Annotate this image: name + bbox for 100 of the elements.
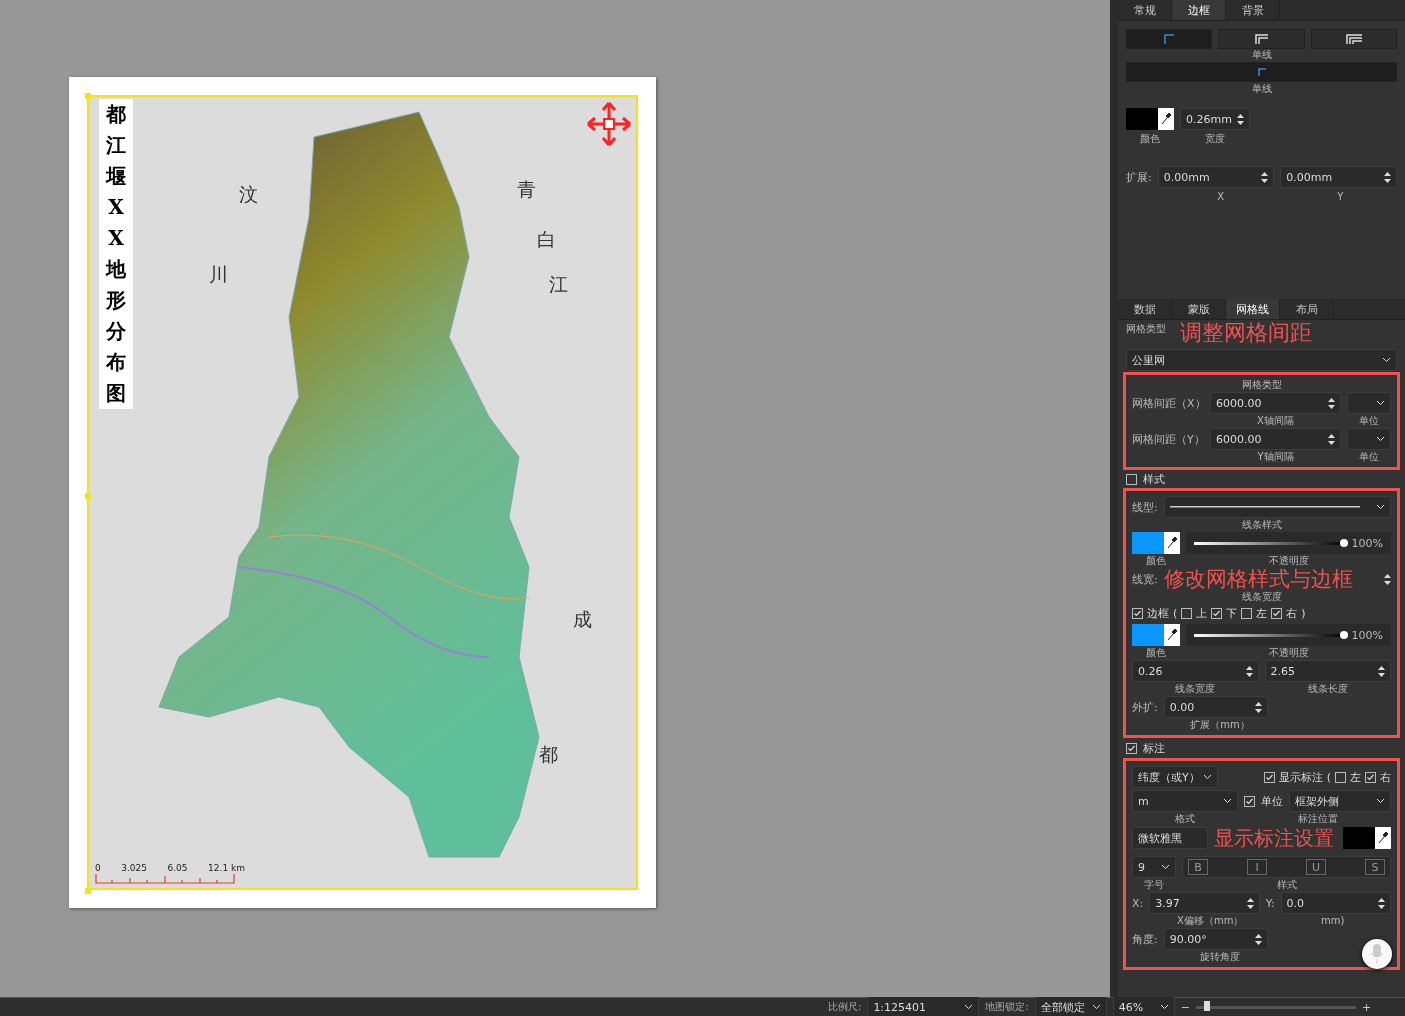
- eyedropper-icon[interactable]: [1375, 827, 1391, 849]
- checkbox[interactable]: [1132, 607, 1143, 619]
- color-swatch[interactable]: [1343, 827, 1375, 849]
- microphone-button[interactable]: [1362, 939, 1392, 969]
- text-style-button[interactable]: I: [1247, 859, 1267, 875]
- microphone-icon: [1370, 943, 1384, 965]
- checkbox[interactable]: [1126, 473, 1137, 485]
- slider-thumb[interactable]: [1339, 538, 1348, 547]
- place-label: 白: [537, 227, 556, 252]
- number-field[interactable]: 0.00: [1163, 696, 1268, 718]
- spin-arrows-icon[interactable]: [1384, 573, 1391, 585]
- caption: Y轴间隔: [1256, 451, 1295, 463]
- number-field[interactable]: 6000.00: [1210, 428, 1341, 450]
- dropdown[interactable]: 公里网: [1126, 349, 1397, 371]
- spin-arrows-icon[interactable]: [1378, 897, 1385, 909]
- checkbox-label: 右: [1286, 605, 1298, 621]
- caption: Y: [1336, 191, 1345, 203]
- slider-thumb[interactable]: [1339, 630, 1348, 639]
- caption: 线条宽度: [1240, 591, 1283, 603]
- move-icon[interactable]: [586, 101, 632, 147]
- checkbox[interactable]: [1271, 607, 1283, 619]
- checkbox-label: 右: [1380, 769, 1391, 785]
- opacity-slider[interactable]: 100%: [1186, 532, 1391, 554]
- spin-arrows-icon[interactable]: [1261, 171, 1269, 183]
- spin-arrows-icon[interactable]: [1245, 665, 1253, 677]
- checkbox[interactable]: [1181, 607, 1193, 619]
- resize-handle[interactable]: [85, 888, 91, 894]
- checkbox[interactable]: [1126, 742, 1137, 754]
- dropdown[interactable]: 纬度（或Y）: [1132, 766, 1218, 788]
- color-swatch[interactable]: [1126, 108, 1158, 130]
- spin-arrows-icon[interactable]: [1378, 665, 1385, 677]
- color-swatch[interactable]: [1132, 532, 1164, 554]
- checkbox[interactable]: [1263, 771, 1275, 783]
- resize-handle[interactable]: [85, 93, 91, 99]
- corner-lines-icon: [1255, 34, 1268, 44]
- number-field[interactable]: 0.26: [1132, 660, 1259, 682]
- text-style-button[interactable]: S: [1365, 859, 1385, 875]
- checkbox[interactable]: [1241, 607, 1253, 619]
- number-field[interactable]: 0.0: [1280, 892, 1391, 914]
- text-style-button[interactable]: U: [1306, 859, 1326, 875]
- border-style-button[interactable]: [1310, 29, 1397, 49]
- font-field[interactable]: 微软雅黑: [1132, 827, 1208, 849]
- line-preview-icon: [1169, 506, 1360, 508]
- chevron-down-icon: [1161, 864, 1170, 870]
- number-field[interactable]: 2.65: [1264, 660, 1391, 682]
- chevron-down-icon: [1203, 774, 1212, 780]
- spin-arrows-icon[interactable]: [1237, 113, 1244, 125]
- spin-arrows-icon[interactable]: [1384, 171, 1391, 183]
- section-label: 网格类型: [1126, 322, 1166, 336]
- border-style-button[interactable]: [1218, 29, 1305, 49]
- color-swatch[interactable]: [1132, 624, 1164, 646]
- field-label: 角度:: [1132, 931, 1158, 947]
- chevron-down-icon: [1376, 798, 1385, 804]
- dropdown[interactable]: 全部锁定: [1034, 996, 1107, 1016]
- line-type-dropdown[interactable]: [1163, 496, 1391, 518]
- zoom-in-button[interactable]: +: [1361, 1000, 1372, 1014]
- corner-line-icon: [1257, 68, 1266, 76]
- number-field[interactable]: 90.00°: [1163, 928, 1268, 950]
- eyedropper-icon[interactable]: [1158, 108, 1174, 130]
- dropdown[interactable]: 46%: [1112, 996, 1175, 1016]
- caption: 单位: [1358, 451, 1380, 463]
- spin-arrows-icon[interactable]: [1254, 701, 1262, 713]
- resize-handle[interactable]: [85, 492, 91, 499]
- field-label: 外扩:: [1132, 699, 1158, 715]
- caption: 旋转角度: [1199, 951, 1241, 963]
- number-field[interactable]: 6000.00: [1210, 392, 1341, 414]
- checkbox[interactable]: [1335, 771, 1346, 783]
- caption: 单线: [1250, 83, 1273, 95]
- number-field[interactable]: 0.00mm: [1280, 166, 1397, 188]
- dropdown[interactable]: 框架外侧: [1289, 790, 1391, 812]
- dropdown[interactable]: 9: [1132, 856, 1176, 878]
- checkbox[interactable]: [1244, 795, 1255, 807]
- number-field[interactable]: 3.97: [1149, 892, 1260, 914]
- caption: 扩展（mm）: [1189, 719, 1251, 731]
- number-field[interactable]: 0.26mm: [1180, 108, 1250, 130]
- text-style-button[interactable]: B: [1188, 859, 1208, 875]
- eyedropper-icon[interactable]: [1164, 624, 1180, 646]
- checkbox-label: 左: [1350, 769, 1361, 785]
- tab[interactable]: 网格线: [1226, 299, 1280, 319]
- place-label: 都: [539, 742, 558, 767]
- checkbox[interactable]: [1211, 607, 1223, 619]
- opacity-slider[interactable]: 100%: [1186, 624, 1391, 646]
- chevron-down-icon: [1382, 357, 1391, 363]
- checkbox[interactable]: [1365, 771, 1376, 783]
- dropdown[interactable]: m: [1132, 790, 1238, 812]
- number-field[interactable]: 0.00mm: [1157, 166, 1275, 188]
- spin-arrows-icon[interactable]: [1328, 397, 1335, 409]
- spin-arrows-icon[interactable]: [1246, 897, 1254, 909]
- eyedropper-icon[interactable]: [1164, 532, 1180, 554]
- caption: X: [1216, 191, 1226, 203]
- chevron-down-icon: [1376, 436, 1385, 442]
- checkbox-label: 单位: [1261, 793, 1283, 809]
- spin-arrows-icon[interactable]: [1328, 433, 1335, 445]
- chevron-down-icon: [1376, 504, 1385, 510]
- spin-arrows-icon[interactable]: [1254, 933, 1262, 945]
- zoom-thumb[interactable]: [1203, 1000, 1210, 1011]
- dropdown[interactable]: 1:125401: [867, 996, 980, 1016]
- opacity-reading: 100%: [1351, 628, 1383, 642]
- zoom-out-button[interactable]: −: [1180, 1000, 1190, 1014]
- tab[interactable]: 边框: [1172, 0, 1226, 20]
